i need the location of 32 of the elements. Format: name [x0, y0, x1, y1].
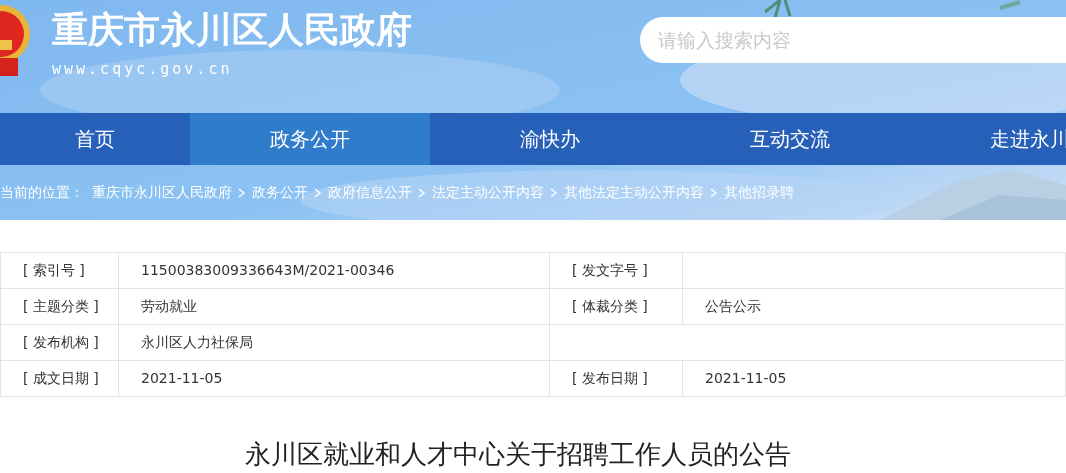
chevron-icon	[314, 187, 322, 198]
field-value: 2021-11-05	[705, 370, 787, 386]
field-label: [ 发布机构 ]	[23, 334, 99, 350]
field-label: [ 成文日期 ]	[23, 370, 99, 386]
chevron-icon	[550, 187, 558, 198]
field-value: 11500383009336643M/2021-00346	[141, 262, 395, 278]
field-label: [ 发布日期 ]	[572, 370, 648, 386]
nav-tab[interactable]: 渝快办	[430, 113, 670, 165]
field-label: [ 发文字号 ]	[572, 262, 648, 278]
site-title: 重庆市永川区人民政府	[52, 8, 412, 52]
breadcrumb-link[interactable]: 政府信息公开	[328, 182, 412, 203]
breadcrumb-label: 当前的位置：	[0, 183, 84, 202]
breadcrumb-link[interactable]: 重庆市永川区人民政府	[92, 182, 232, 203]
chevron-icon	[418, 187, 426, 198]
nav-tab[interactable]: 政务公开	[190, 113, 430, 165]
field-value: 公告公示	[705, 298, 761, 314]
field-label: [ 主题分类 ]	[23, 298, 99, 314]
field-value: 劳动就业	[141, 298, 197, 314]
nav-tab[interactable]: 互动交流	[670, 113, 910, 165]
chevron-icon	[710, 187, 718, 198]
field-label: [ 体裁分类 ]	[572, 298, 648, 314]
breadcrumb-link[interactable]: 其他招录聘	[724, 182, 794, 203]
article-title: 永川区就业和人才中心关于招聘工作人员的公告	[244, 438, 792, 471]
nav-tab[interactable]: 首页	[0, 113, 190, 165]
field-label: [ 索引号 ]	[23, 262, 85, 278]
breadcrumb-link[interactable]: 法定主动公开内容	[432, 182, 544, 203]
field-value: 永川区人力社保局	[141, 334, 253, 350]
site-url: www.cqyc.gov.cn	[52, 59, 234, 80]
breadcrumb-link[interactable]: 政务公开	[252, 182, 308, 203]
breadcrumb-link[interactable]: 其他法定主动公开内容	[564, 182, 704, 203]
chevron-icon	[238, 187, 246, 198]
field-value: 2021-11-05	[141, 370, 223, 386]
